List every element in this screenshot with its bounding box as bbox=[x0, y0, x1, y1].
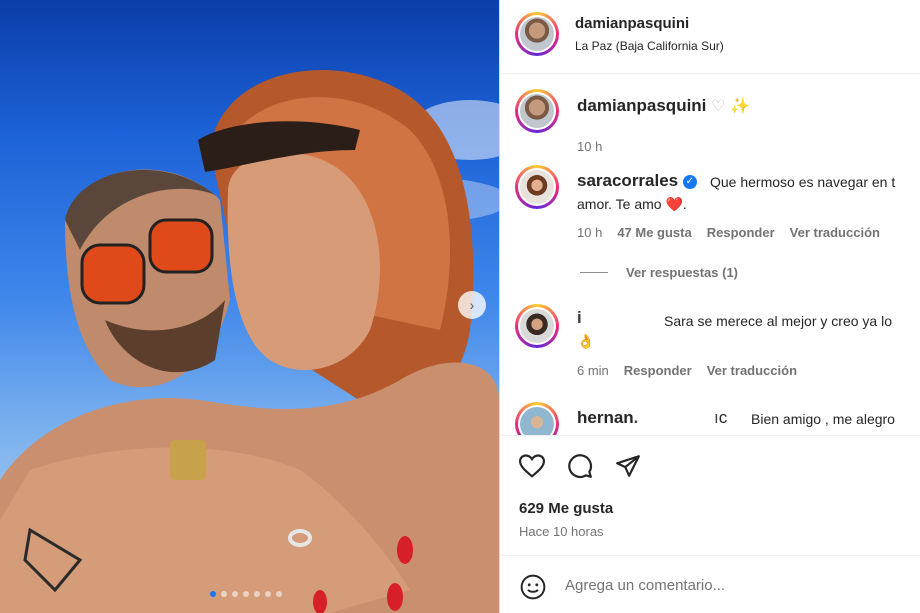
photo-illustration bbox=[0, 70, 499, 613]
carousel-dots bbox=[210, 591, 282, 597]
likes-count[interactable]: 629 Me gusta bbox=[519, 500, 613, 517]
redacted-username: xxxxxxxx bbox=[581, 308, 658, 328]
comment-emoji: 👌 bbox=[577, 333, 595, 349]
red-heart-emoji: ❤️ bbox=[665, 196, 683, 212]
post-photo[interactable]: › bbox=[0, 0, 499, 613]
verified-badge-icon: ✓ bbox=[682, 175, 697, 189]
avatar[interactable] bbox=[515, 402, 559, 435]
translate-button[interactable]: Ver traducción bbox=[790, 225, 880, 240]
comment-meta: 10 h bbox=[577, 139, 602, 154]
comment-bubble-icon[interactable] bbox=[566, 452, 594, 480]
post-location[interactable]: La Paz (Baja California Sur) bbox=[575, 39, 724, 53]
comment-text: Sara se merece al mejor y creo ya lo bbox=[664, 313, 892, 329]
comment-text-line2: amor. Te amo ❤️. bbox=[577, 196, 687, 212]
avatar[interactable] bbox=[515, 304, 559, 348]
carousel-dot bbox=[276, 591, 282, 597]
comment-text: Que hermoso es navegar en t bbox=[710, 174, 896, 190]
comment-meta: 10 h 47 Me gusta Responder Ver traducció… bbox=[577, 225, 880, 240]
caption: damianpasquini ♡ ✨ 10 h bbox=[500, 89, 920, 154]
carousel-next-button[interactable]: › bbox=[458, 291, 486, 319]
post-header: damianpasquini La Paz (Baja California S… bbox=[500, 0, 920, 74]
post-timestamp[interactable]: Hace 10 horas bbox=[519, 524, 604, 539]
carousel-dot bbox=[265, 591, 271, 597]
comments-list[interactable]: damianpasquini ♡ ✨ 10 h saracorrales ✓ Q… bbox=[500, 75, 920, 435]
caption-text: ♡ ✨ bbox=[711, 98, 750, 115]
comment-username[interactable]: damianpasquini ♡ ✨ bbox=[577, 96, 750, 116]
carousel-dot bbox=[232, 591, 238, 597]
add-comment-input[interactable] bbox=[565, 577, 905, 594]
reply-button[interactable]: Responder bbox=[624, 363, 692, 378]
comment-username[interactable]: ixxxxxxxx bbox=[577, 308, 658, 328]
comment-likes[interactable]: 47 Me gusta bbox=[617, 225, 691, 240]
comment-item: hernan.xxxxxxxxıc Bien amigo , me alegro bbox=[500, 402, 920, 435]
comment-item: saracorrales ✓ Que hermoso es navegar en… bbox=[500, 165, 920, 280]
author-username[interactable]: damianpasquini bbox=[575, 15, 689, 32]
comment-text: Bien amigo , me alegro bbox=[751, 411, 895, 427]
replies-line bbox=[580, 272, 608, 273]
carousel-dot bbox=[254, 591, 260, 597]
comment-time[interactable]: 6 min bbox=[577, 363, 609, 378]
comment-username[interactable]: hernan.xxxxxxxxıc bbox=[577, 408, 727, 428]
comment-item: ixxxxxxxx Sara se merece al mejor y creo… bbox=[500, 304, 920, 384]
carousel-dot bbox=[210, 591, 216, 597]
author-avatar[interactable] bbox=[515, 12, 559, 56]
carousel-dot bbox=[221, 591, 227, 597]
add-comment-divider bbox=[500, 555, 920, 556]
redacted-username: xxxxxxxx bbox=[638, 408, 715, 428]
heart-outline-icon[interactable] bbox=[518, 452, 546, 480]
actions-divider bbox=[500, 435, 920, 436]
avatar[interactable] bbox=[515, 89, 559, 133]
post-actions bbox=[518, 452, 642, 480]
paper-plane-icon[interactable] bbox=[614, 452, 642, 480]
carousel-dot bbox=[243, 591, 249, 597]
comment-username[interactable]: saracorrales ✓ bbox=[577, 171, 697, 191]
translate-button[interactable]: Ver traducción bbox=[707, 363, 797, 378]
comment-meta: 6 min Responder Ver traducción bbox=[577, 363, 797, 378]
comment-time[interactable]: 10 h bbox=[577, 139, 602, 154]
reply-button[interactable]: Responder bbox=[707, 225, 775, 240]
comment-time[interactable]: 10 h bbox=[577, 225, 602, 240]
emoji-icon[interactable] bbox=[519, 573, 547, 601]
view-replies-button[interactable]: Ver respuestas (1) bbox=[580, 265, 738, 280]
avatar[interactable] bbox=[515, 165, 559, 209]
post-side-panel: damianpasquini La Paz (Baja California S… bbox=[500, 0, 920, 613]
